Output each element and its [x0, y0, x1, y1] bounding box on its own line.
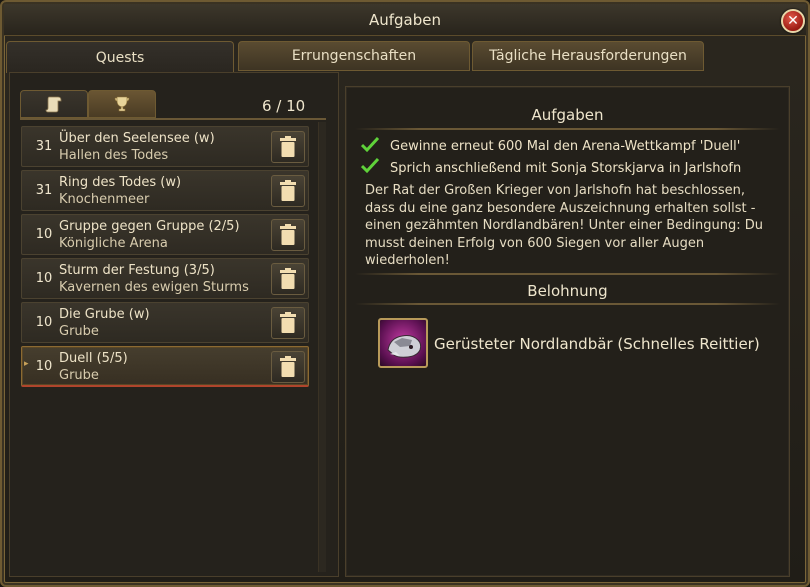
tab-daily-label: Tägliche Herausforderungen [489, 48, 687, 64]
quest-name: Ring des Todes (w) [59, 175, 182, 190]
trash-icon [280, 268, 296, 289]
trash-icon [280, 136, 296, 157]
subtab-divider [20, 118, 326, 120]
objective-text: Gewinne erneut 600 Mal den Arena-Wettkam… [390, 139, 741, 154]
quest-zone: Grube [59, 324, 99, 339]
quest-zone: Kavernen des ewigen Sturms [59, 280, 249, 295]
reward-divider-top [355, 273, 780, 275]
checkmark-icon [361, 137, 379, 153]
quest-zone: Hallen des Todes [59, 148, 169, 163]
trash-icon [280, 356, 296, 377]
close-button[interactable]: ✕ [781, 9, 805, 33]
delete-quest-button[interactable] [271, 351, 305, 383]
reward-heading: Belohnung [527, 282, 608, 300]
armored-bear-icon [387, 335, 422, 358]
quest-name: Gruppe gegen Gruppe (2/5) [59, 219, 240, 234]
objective-text: Sprich anschließend mit Sonja Storskjarv… [390, 161, 742, 176]
reward-name: Gerüsteter Nordlandbär (Schnelles Reitti… [434, 335, 760, 353]
quest-row[interactable]: 31 Über den Seelensee (w) Hallen des Tod… [21, 126, 309, 167]
details-heading: Aufgaben [531, 106, 604, 124]
quest-level: 10 [35, 227, 53, 242]
window-title: Aufgaben [368, 11, 442, 29]
quest-name: Über den Seelensee (w) [59, 131, 215, 146]
trophy-icon [114, 96, 130, 112]
delete-quest-button[interactable] [271, 219, 305, 251]
delete-quest-button[interactable] [271, 263, 305, 295]
quest-level: 31 [35, 183, 53, 198]
quest-row[interactable]: 10 Die Grube (w) Grube [21, 302, 309, 343]
trash-icon [280, 224, 296, 245]
quest-level: 10 [35, 359, 53, 374]
quest-name: Sturm der Festung (3/5) [59, 263, 215, 278]
scroll-icon [45, 96, 62, 113]
delete-quest-button[interactable] [271, 307, 305, 339]
quest-zone: Königliche Arena [59, 236, 168, 251]
reward-divider [355, 303, 780, 305]
quest-name: Duell (5/5) [59, 351, 128, 366]
quest-row[interactable]: 31 Ring des Todes (w) Knochenmeer [21, 170, 309, 211]
trash-icon [280, 312, 296, 333]
reward-item-icon[interactable] [378, 318, 428, 368]
quest-zone: Grube [59, 368, 99, 383]
quest-description: Der Rat der Großen Krieger von Jarlshofn… [365, 183, 764, 268]
quest-level: 10 [35, 315, 53, 330]
tab-achievements[interactable]: Errungenschaften [238, 41, 470, 71]
subtab-achievements[interactable] [88, 90, 156, 118]
tab-achievements-label: Errungenschaften [291, 48, 417, 64]
details-divider [355, 128, 780, 130]
quest-counter: 6 / 10 [262, 97, 306, 115]
quest-list-scrollbar[interactable] [318, 122, 326, 572]
tab-quests-label: Quests [95, 49, 145, 66]
checkmark-icon [361, 158, 379, 174]
tab-quests[interactable]: Quests [6, 41, 234, 73]
quest-row[interactable]: 10 Sturm der Festung (3/5) Kavernen des … [21, 258, 309, 299]
trash-icon [280, 180, 296, 201]
quest-row-selected[interactable]: ▸ 10 Duell (5/5) Grube [21, 346, 309, 387]
quest-level: 10 [35, 271, 53, 286]
subtab-quests[interactable] [20, 90, 88, 118]
quest-row[interactable]: 10 Gruppe gegen Gruppe (2/5) Königliche … [21, 214, 309, 255]
quest-name: Die Grube (w) [59, 307, 150, 322]
tab-daily-challenges[interactable]: Tägliche Herausforderungen [472, 41, 704, 71]
delete-quest-button[interactable] [271, 175, 305, 207]
close-icon: ✕ [787, 13, 799, 29]
quest-level: 31 [35, 139, 53, 154]
quest-zone: Knochenmeer [59, 192, 150, 207]
delete-quest-button[interactable] [271, 131, 305, 163]
